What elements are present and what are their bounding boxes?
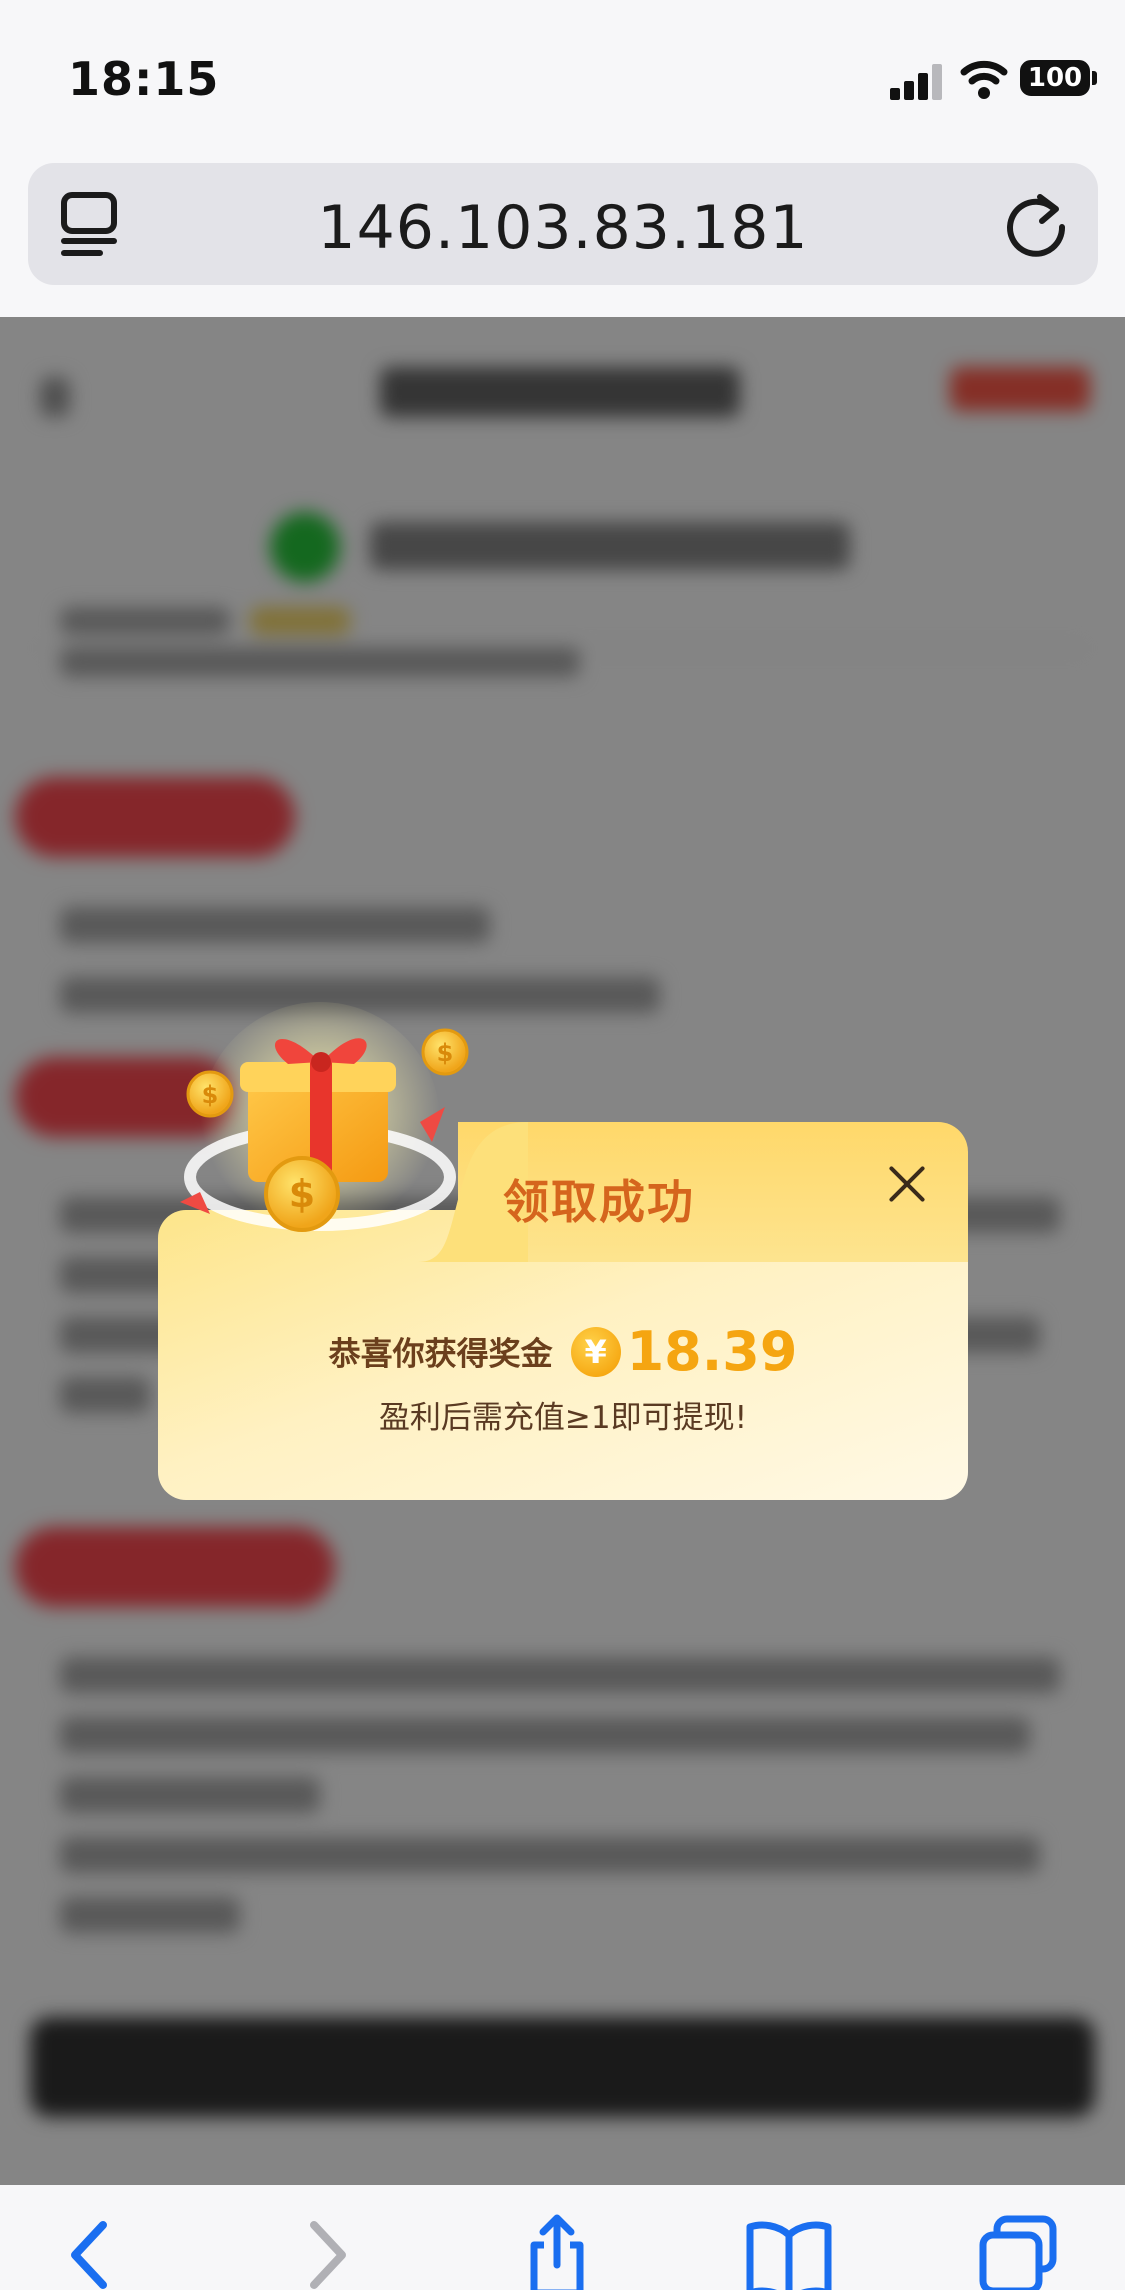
withdraw-note: 盈利后需充值≥1即可提现! xyxy=(378,1400,748,1436)
reload-icon[interactable] xyxy=(1002,189,1072,259)
battery-cap xyxy=(1092,71,1097,85)
url-text[interactable]: 146.103.83.181 xyxy=(28,193,1098,263)
close-button[interactable] xyxy=(885,1162,929,1206)
reward-dialog: 领取成功 $ $ $ 恭喜你获得奖金 ¥ 18.39 盈利后需充值≥1即可提现! xyxy=(158,1002,968,1500)
yuan-coin-icon: ¥ xyxy=(570,1326,621,1377)
battery-icon: 100 xyxy=(1020,60,1090,96)
status-bar: 18:15 100 xyxy=(0,0,1125,155)
tabs-icon[interactable] xyxy=(975,2213,1065,2290)
browser-address-bar: 146.103.83.181 xyxy=(0,155,1125,317)
cellular-signal-icon xyxy=(890,64,944,100)
svg-text:$: $ xyxy=(289,1172,315,1216)
wifi-icon xyxy=(960,60,1008,99)
reward-amount: 18.39 xyxy=(626,1320,798,1383)
back-chevron-icon[interactable] xyxy=(45,2213,135,2290)
svg-text:$: $ xyxy=(437,1039,454,1067)
dialog-title: 领取成功 xyxy=(503,1175,695,1229)
share-icon[interactable] xyxy=(512,2213,602,2290)
gift-box-icon: $ $ $ xyxy=(180,1002,469,1242)
svg-text:$: $ xyxy=(202,1081,219,1109)
reward-amount-row: 恭喜你获得奖金 ¥18.39 xyxy=(158,1320,968,1383)
browser-toolbar xyxy=(0,2185,1125,2290)
bookmarks-icon[interactable] xyxy=(744,2213,834,2290)
url-field[interactable]: 146.103.83.181 xyxy=(28,163,1098,285)
status-time: 18:15 xyxy=(68,52,220,106)
congrats-label: 恭喜你获得奖金 xyxy=(328,1334,553,1373)
forward-chevron-icon[interactable] xyxy=(282,2213,372,2290)
